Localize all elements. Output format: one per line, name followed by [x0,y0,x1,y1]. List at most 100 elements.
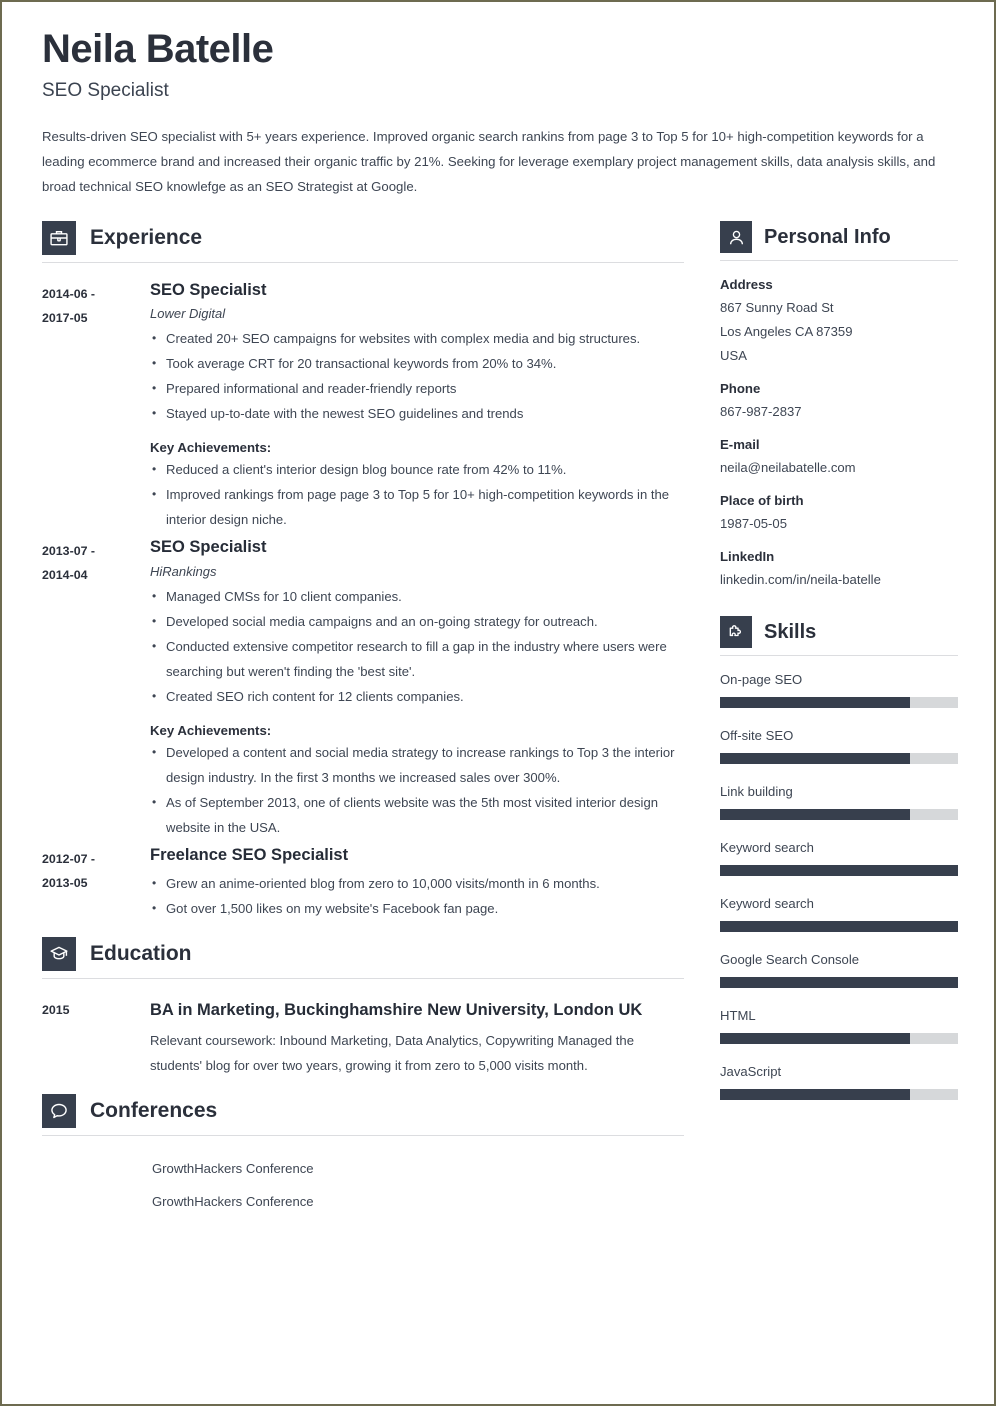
skill-item: On-page SEO [720,672,958,708]
personal-info-value[interactable]: linkedin.com/in/neila-batelle [720,568,958,592]
key-achievements-label: Key Achievements: [150,440,272,456]
skill-item: Google Search Console [720,952,958,988]
personal-info-item: E-mail neila@neilabatelle.com [720,437,958,480]
candidate-name: Neila Batelle [42,27,274,71]
experience-date-end: 2014-04 [42,568,88,583]
experience-company: Lower Digital [150,306,226,322]
speech-bubble-icon [42,1093,76,1128]
skill-bar-fill [720,977,958,988]
skill-bar-track [720,1033,958,1044]
skill-item: HTML [720,1008,958,1044]
section-title-personal-info: Personal Info [764,225,891,248]
education-entry: 2015 BA in Marketing, Buckinghamshire Ne… [42,995,684,1078]
experience-date: 2012-07 - 2013-05 [42,844,150,921]
skill-bar-track [720,1089,958,1100]
experience-date: 2014-06 - 2017-05 [42,279,150,532]
key-achievements-label: Key Achievements: [150,722,272,738]
list-item: Created 20+ SEO campaigns for websites w… [150,326,684,351]
experience-entry: 2013-07 - 2014-04 SEO Specialist HiRanki… [42,536,684,839]
skill-bar-track [720,809,958,820]
list-item: Created SEO rich content for 12 clients … [150,684,684,709]
list-item: Conducted extensive competitor research … [150,634,684,684]
person-icon [720,221,752,253]
skill-item: JavaScript [720,1064,958,1100]
personal-info-label: LinkedIn [720,549,775,564]
skill-bar-fill [720,921,958,932]
experience-date-end: 2017-05 [42,311,88,325]
skill-bar-fill [720,1033,911,1044]
skill-bar-fill [720,865,958,876]
skill-name: On-page SEO [720,672,803,687]
experience-bullets: Grew an anime-oriented blog from zero to… [150,871,684,921]
experience-body: SEO Specialist HiRankings Managed CMSs f… [150,536,684,839]
personal-info-item: Address 867 Sunny Road St Los Angeles CA… [720,277,958,368]
personal-info-label: E-mail [720,437,760,452]
experience-body: SEO Specialist Lower Digital Created 20+… [150,279,684,532]
skill-bar-track [720,921,958,932]
list-item: Took average CRT for 20 transactional ke… [150,351,684,376]
experience-bullets: Created 20+ SEO campaigns for websites w… [150,326,684,426]
list-item: Developed social media campaigns and an … [150,609,684,634]
sidebar-column: Personal Info Address 867 Sunny Road St … [720,221,958,1120]
list-item: Improved rankings from page page 3 to To… [150,482,684,532]
list-item: Managed CMSs for 10 client companies. [150,584,684,609]
personal-info-item: LinkedIn linkedin.com/in/neila-batelle [720,549,958,592]
personal-info-item: Phone 867-987-2837 [720,381,958,424]
personal-info-value: 1987-05-05 [720,516,787,531]
personal-info-value[interactable]: neila@neilabatelle.com [720,456,958,480]
conferences-list: GrowthHackers Conference GrowthHackers C… [42,1152,684,1218]
main-column: Experience 2014-06 - 2017-05 SEO Special… [42,221,684,1218]
list-item: GrowthHackers Conference [152,1160,314,1176]
list-item: Stayed up-to-date with the newest SEO gu… [150,401,684,426]
section-header-conferences: Conferences [42,1093,684,1136]
briefcase-icon [42,221,76,255]
personal-info-value: 867 Sunny Road St Los Angeles CA 87359 U… [720,300,853,363]
skill-bar-track [720,753,958,764]
personal-info-label: Phone [720,381,761,396]
education-date: 2015 [42,995,150,1078]
skill-name: JavaScript [720,1064,782,1079]
skill-name: Off-site SEO [720,728,794,743]
experience-role: Freelance SEO Specialist [150,845,349,864]
list-item: Developed a content and social media str… [150,740,684,790]
experience-role: SEO Specialist [150,281,267,299]
personal-info-value: 867-987-2837 [720,404,802,419]
experience-bullets: Managed CMSs for 10 client companies. De… [150,584,684,709]
skill-name: Keyword search [720,840,814,855]
personal-info-label: Place of birth [720,493,804,508]
section-title-conferences: Conferences [90,1098,218,1122]
section-title-experience: Experience [90,226,203,249]
experience-company: HiRankings [150,563,217,579]
experience-entry: 2014-06 - 2017-05 SEO Specialist Lower D… [42,279,684,532]
section-title-education: Education [90,941,192,965]
personal-info-label: Address [720,277,773,292]
professional-summary: Results-driven SEO specialist with 5+ ye… [42,129,936,194]
graduation-cap-icon [42,936,76,971]
skill-item: Off-site SEO [720,728,958,764]
education-description: Relevant coursework: Inbound Marketing, … [150,1032,634,1073]
skill-item: Keyword search [720,896,958,932]
list-item: GrowthHackers Conference [152,1193,314,1209]
experience-achievements: Developed a content and social media str… [150,740,684,840]
personal-info-item: Place of birth 1987-05-05 [720,493,958,536]
section-header-experience: Experience [42,221,684,263]
experience-achievements: Reduced a client's interior design blog … [150,457,684,532]
experience-entry: 2012-07 - 2013-05 Freelance SEO Speciali… [42,844,684,921]
experience-date-start: 2014-06 - [42,287,96,301]
puzzle-piece-icon [720,616,752,648]
experience-date-start: 2013-07 - [42,544,96,559]
candidate-job-title: SEO Specialist [42,80,169,101]
skill-name: Google Search Console [720,952,860,967]
section-header-education: Education [42,936,684,979]
section-header-personal-info: Personal Info [720,221,958,261]
experience-date: 2013-07 - 2014-04 [42,536,150,839]
list-item: Got over 1,500 likes on my website's Fac… [150,896,684,921]
education-degree: BA in Marketing, Buckinghamshire New Uni… [150,1000,643,1019]
skills-list: On-page SEO Off-site SEO Link building K… [720,672,958,1100]
resume-page: Neila Batelle SEO Specialist Results-dri… [0,0,996,1406]
experience-date-end: 2013-05 [42,875,88,890]
skill-item: Link building [720,784,958,820]
education-body: BA in Marketing, Buckinghamshire New Uni… [150,995,684,1078]
skill-bar-track [720,865,958,876]
list-item: Reduced a client's interior design blog … [150,457,684,482]
